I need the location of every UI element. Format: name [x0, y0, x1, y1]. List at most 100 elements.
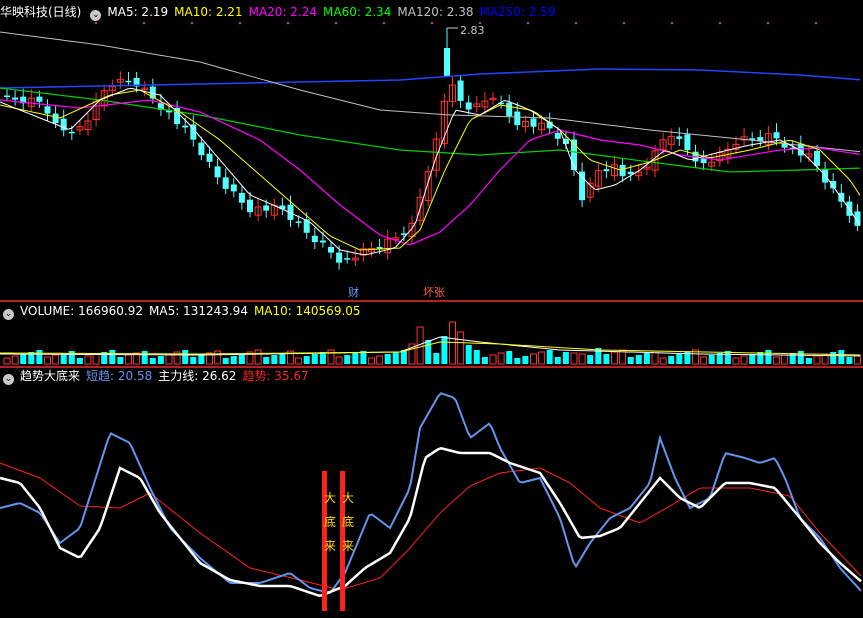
volume-bar[interactable]: [319, 352, 326, 364]
volume-bar[interactable]: [92, 353, 100, 365]
volume-bar[interactable]: [157, 356, 164, 364]
candle-down[interactable]: [182, 125, 189, 128]
volume-bar[interactable]: [830, 352, 837, 364]
volume-bar[interactable]: [125, 354, 132, 365]
volume-bar[interactable]: [376, 355, 384, 365]
volume-panel[interactable]: ⌄ VOLUME: 166960.92 MA5: 131243.94 MA10: 14…: [0, 302, 863, 366]
volume-bar[interactable]: [611, 351, 618, 365]
chevron-down-icon[interactable]: ⌄: [90, 10, 102, 21]
chevron-down-icon[interactable]: ⌄: [3, 309, 14, 320]
price-panel[interactable]: 华映科技(日线) ⌄ MA5: 2.19 MA10: 2.21 MA20: 2.24 MA…: [0, 0, 863, 300]
volume-bar[interactable]: [149, 358, 156, 364]
volume-bar[interactable]: [554, 357, 561, 364]
candle-down[interactable]: [311, 235, 318, 243]
candle-down[interactable]: [603, 169, 610, 172]
candle-down[interactable]: [230, 184, 237, 192]
candle-down[interactable]: [52, 113, 59, 124]
candle-down[interactable]: [198, 142, 205, 156]
candle-down[interactable]: [247, 199, 253, 213]
volume-bar[interactable]: [384, 354, 391, 364]
volume-bar[interactable]: [11, 355, 19, 365]
candle-down[interactable]: [328, 247, 334, 253]
volume-bar[interactable]: [603, 354, 610, 364]
volume-bar[interactable]: [587, 355, 594, 364]
volume-bar[interactable]: [765, 350, 772, 364]
candle-down[interactable]: [684, 134, 691, 151]
volume-bar[interactable]: [271, 355, 278, 364]
volume-bar[interactable]: [109, 350, 116, 364]
volume-bar[interactable]: [570, 352, 578, 365]
candle-down[interactable]: [506, 102, 513, 117]
volume-bar[interactable]: [392, 352, 399, 364]
candle-down[interactable]: [44, 106, 51, 114]
volume-bar[interactable]: [481, 357, 488, 364]
candle-down[interactable]: [12, 97, 19, 100]
volume-bar[interactable]: [578, 353, 586, 365]
volume-bar[interactable]: [449, 321, 456, 365]
volume-bar[interactable]: [327, 349, 335, 365]
candlestick-chart[interactable]: [0, 0, 863, 300]
volume-bar[interactable]: [708, 355, 715, 364]
volume-bar[interactable]: [546, 350, 553, 364]
volume-bar[interactable]: [198, 355, 205, 364]
indicator-panel[interactable]: ⌄ 趋势大底来 短趋: 20.58 主力线: 26.62 趋势: 35.67 大底来 大…: [0, 368, 863, 618]
volume-bar[interactable]: [441, 336, 448, 364]
candle-down[interactable]: [4, 95, 10, 98]
volume-bar[interactable]: [141, 351, 148, 364]
volume-bar[interactable]: [530, 353, 537, 365]
volume-bar[interactable]: [84, 355, 92, 365]
volume-bar[interactable]: [805, 358, 812, 364]
candle-down[interactable]: [676, 136, 683, 139]
candle-down[interactable]: [579, 171, 586, 201]
candle-down[interactable]: [700, 158, 707, 164]
candle-down[interactable]: [125, 80, 132, 83]
candle-down[interactable]: [344, 258, 351, 260]
volume-bar[interactable]: [44, 356, 51, 365]
volume-bar[interactable]: [538, 351, 546, 365]
volume-bar[interactable]: [352, 353, 359, 364]
candle-down[interactable]: [295, 221, 302, 223]
candle-down[interactable]: [814, 150, 820, 166]
candle-down[interactable]: [530, 118, 537, 127]
volume-bar[interactable]: [659, 357, 667, 365]
candle-down[interactable]: [214, 166, 221, 178]
volume-bar[interactable]: [473, 350, 480, 364]
volume-bar[interactable]: [3, 357, 11, 365]
volume-bar[interactable]: [400, 350, 407, 364]
candle-down[interactable]: [68, 131, 75, 134]
volume-bar[interactable]: [279, 353, 286, 364]
volume-bar[interactable]: [190, 357, 197, 364]
volume-bar[interactable]: [514, 358, 521, 364]
volume-bar[interactable]: [506, 351, 513, 364]
volume-bar[interactable]: [749, 354, 756, 364]
candle-down[interactable]: [457, 80, 464, 101]
volume-bar[interactable]: [295, 357, 303, 365]
volume-bar[interactable]: [740, 355, 748, 365]
volume-bar[interactable]: [344, 355, 351, 364]
candle-down[interactable]: [336, 252, 343, 263]
volume-bar[interactable]: [489, 354, 497, 365]
candle-down[interactable]: [619, 164, 626, 177]
volume-bar[interactable]: [20, 354, 27, 364]
volume-bar[interactable]: [813, 355, 821, 365]
candle-down[interactable]: [514, 111, 521, 126]
volume-bar[interactable]: [230, 356, 237, 364]
volume-bar[interactable]: [465, 345, 472, 364]
volume-bar[interactable]: [627, 357, 634, 364]
volume-bar[interactable]: [797, 351, 804, 364]
candle-down[interactable]: [206, 153, 213, 162]
volume-bar[interactable]: [76, 358, 83, 364]
volume-bar[interactable]: [635, 355, 642, 364]
candle-down[interactable]: [238, 192, 245, 203]
event-tag-financial[interactable]: 财: [348, 286, 359, 300]
volume-bar[interactable]: [562, 352, 569, 364]
candle-peak[interactable]: [444, 48, 450, 76]
candle-down[interactable]: [222, 177, 229, 189]
event-tag-limit[interactable]: 坏张: [423, 286, 445, 300]
volume-bar[interactable]: [214, 350, 222, 365]
volume-bar[interactable]: [700, 356, 708, 365]
volume-bar[interactable]: [732, 357, 740, 365]
volume-bar[interactable]: [254, 349, 262, 365]
volume-bar[interactable]: [303, 356, 310, 364]
volume-bar[interactable]: [497, 352, 505, 365]
